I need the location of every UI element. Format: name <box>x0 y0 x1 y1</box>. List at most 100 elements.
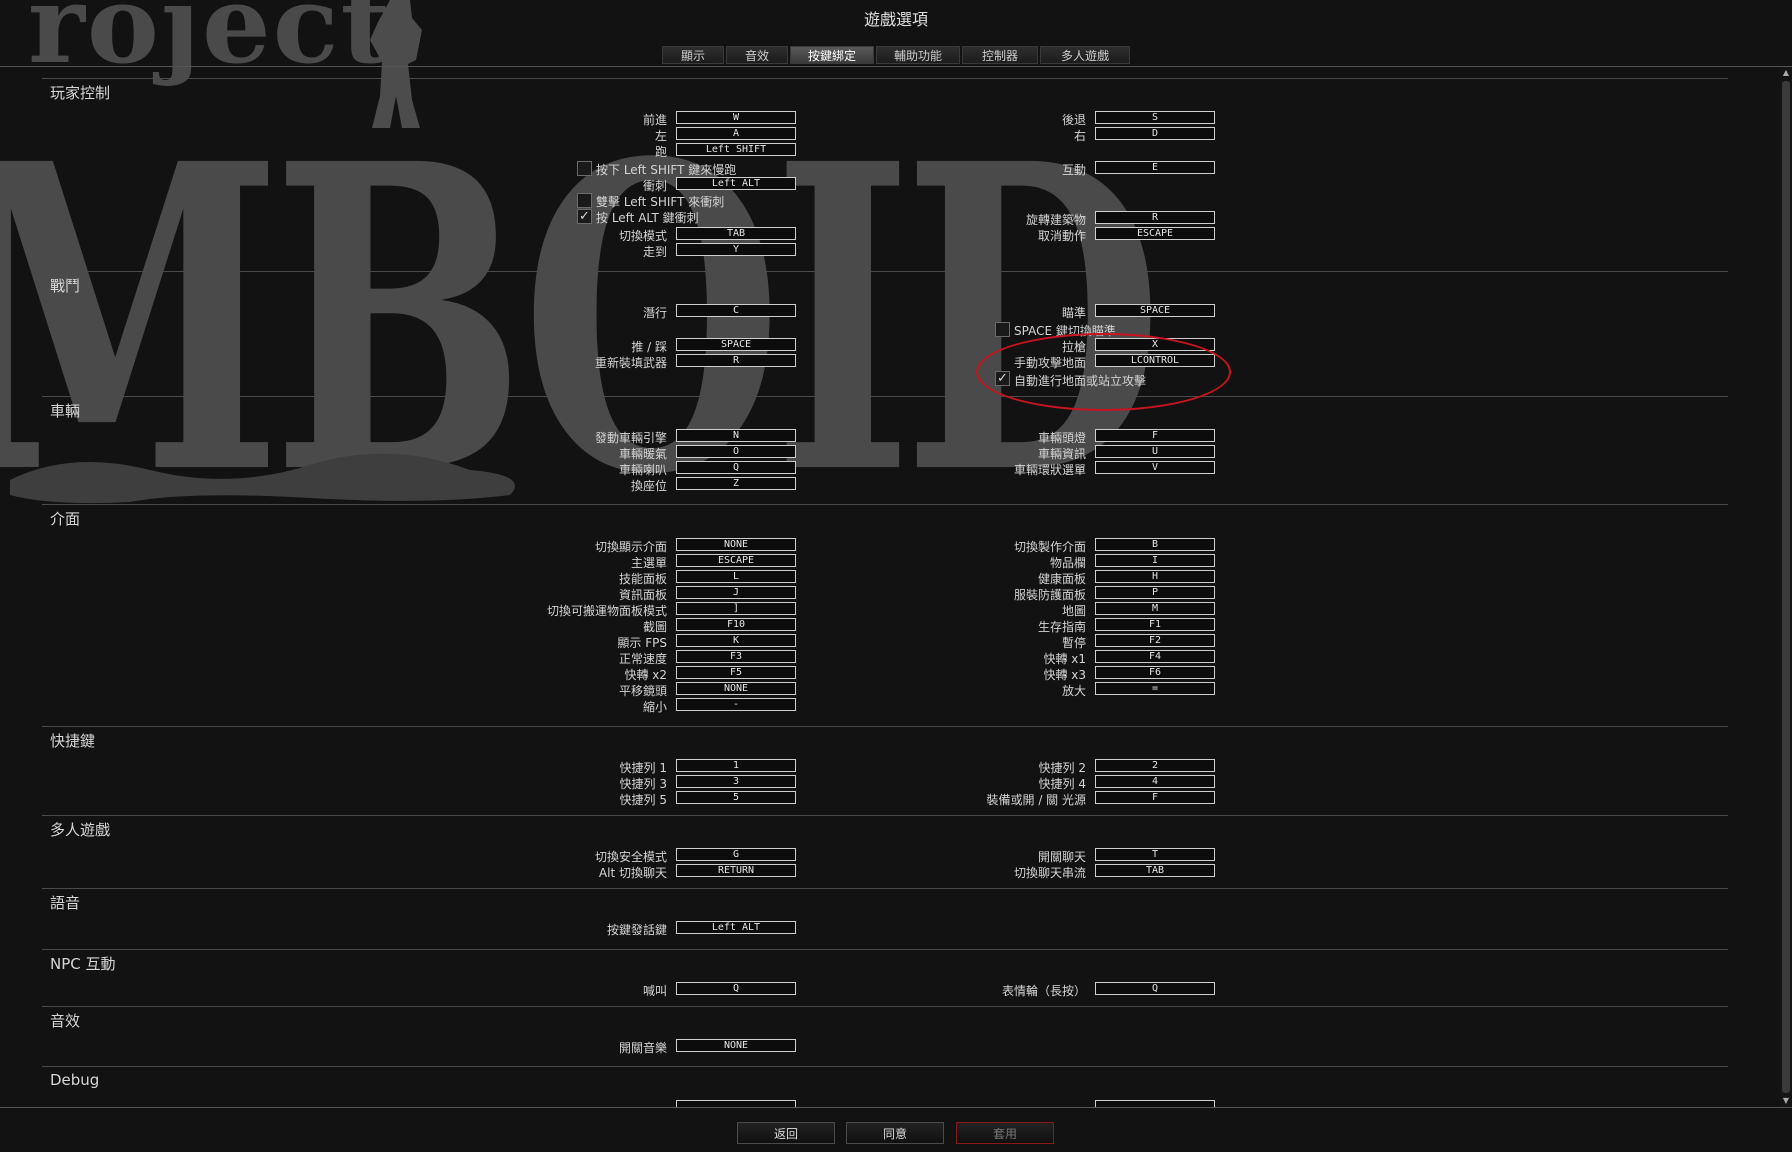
label-toggle-mode: 切換模式 <box>618 229 667 243</box>
key-zoom-in[interactable]: = <box>1095 682 1215 695</box>
key-vehicle-info[interactable]: U <box>1095 445 1215 458</box>
label-health-panel: 健康面板 <box>1037 572 1086 586</box>
label-main-menu: 主選單 <box>630 556 667 570</box>
key-vehicle-radial[interactable]: V <box>1095 461 1215 474</box>
label-hotbar-1: 快捷列 1 <box>619 761 667 775</box>
key-zoom-out[interactable]: - <box>676 698 796 711</box>
label-map: 地圖 <box>1061 604 1086 618</box>
key-toggle-crafting[interactable]: B <box>1095 538 1215 551</box>
key-horn[interactable]: Q <box>676 461 796 474</box>
key-sprint[interactable]: Left ALT <box>676 177 796 190</box>
key-heater[interactable]: O <box>676 445 796 458</box>
key-forward[interactable]: W <box>676 111 796 124</box>
key-fast-forward-2[interactable]: F5 <box>676 666 796 679</box>
tab-controller[interactable]: 控制器 <box>962 46 1038 64</box>
label-heater: 車輛暖氣 <box>618 447 667 461</box>
key-interact[interactable]: E <box>1095 161 1215 174</box>
tab-display[interactable]: 顯示 <box>662 46 724 64</box>
key-switch-seat[interactable]: Z <box>676 477 796 490</box>
key-pan-camera[interactable]: NONE <box>676 682 796 695</box>
key-info-panel[interactable]: J <box>676 586 796 599</box>
key-push-to-talk[interactable]: Left ALT <box>676 921 796 934</box>
key-debug-partial[interactable] <box>1095 1100 1215 1107</box>
label-safety-mode: 切換安全模式 <box>594 850 667 864</box>
key-inventory[interactable]: I <box>1095 554 1215 567</box>
key-reload[interactable]: R <box>676 354 796 367</box>
key-alt-chat[interactable]: RETURN <box>676 864 796 877</box>
key-health-panel[interactable]: H <box>1095 570 1215 583</box>
key-start-engine[interactable]: N <box>676 429 796 442</box>
key-run[interactable]: Left SHIFT <box>676 143 796 156</box>
checkbox-double-shift-sprint-label: 雙擊 Left SHIFT 來衝刺 <box>596 195 725 209</box>
section-title-vehicle: 車輛 <box>50 402 81 420</box>
key-moveables-mode[interactable]: ] <box>676 602 796 615</box>
scrollbar[interactable]: ▲ ▼ <box>1780 67 1792 1107</box>
key-shout[interactable]: Q <box>676 982 796 995</box>
key-debug-partial[interactable] <box>676 1100 796 1107</box>
key-fast-forward-1[interactable]: F4 <box>1095 650 1215 663</box>
key-cancel-action[interactable]: ESCAPE <box>1095 227 1215 240</box>
key-hotbar-1[interactable]: 1 <box>676 759 796 772</box>
tab-audio[interactable]: 音效 <box>726 46 788 64</box>
label-right: 右 <box>1073 129 1086 143</box>
label-backward: 後退 <box>1061 113 1086 127</box>
key-show-fps[interactable]: K <box>676 634 796 647</box>
key-hotbar-2[interactable]: 2 <box>1095 759 1215 772</box>
checkbox-double-shift-sprint[interactable] <box>577 193 592 208</box>
key-chat-stream[interactable]: TAB <box>1095 864 1215 877</box>
label-sprint: 衝刺 <box>642 179 667 193</box>
key-headlights[interactable]: F <box>1095 429 1215 442</box>
key-clothing-panel[interactable]: P <box>1095 586 1215 599</box>
accept-button[interactable]: 同意 <box>846 1122 944 1144</box>
key-toggle-ui[interactable]: NONE <box>676 538 796 551</box>
key-toggle-music[interactable]: NONE <box>676 1039 796 1052</box>
label-hotbar-3: 快捷列 3 <box>619 777 667 791</box>
key-aim[interactable]: SPACE <box>1095 304 1215 317</box>
key-hotbar-5[interactable]: 5 <box>676 791 796 804</box>
back-button[interactable]: 返回 <box>737 1122 835 1144</box>
key-screenshot[interactable]: F10 <box>676 618 796 631</box>
checkbox-alt-sprint[interactable]: ✓ <box>577 209 592 224</box>
scrollbar-thumb[interactable] <box>1782 81 1790 1093</box>
key-safety-mode[interactable]: G <box>676 848 796 861</box>
label-shout: 喊叫 <box>642 984 667 998</box>
label-zoom-in: 放大 <box>1061 684 1086 698</box>
checkbox-shift-jog[interactable] <box>577 161 592 176</box>
key-map[interactable]: M <box>1095 602 1215 615</box>
key-emote-wheel[interactable]: Q <box>1095 982 1215 995</box>
key-main-menu[interactable]: ESCAPE <box>676 554 796 567</box>
checkbox-space-toggle-aim[interactable] <box>995 322 1010 337</box>
key-survival-guide[interactable]: F1 <box>1095 618 1215 631</box>
label-interact: 互動 <box>1061 163 1086 177</box>
key-normal-speed[interactable]: F3 <box>676 650 796 663</box>
label-reload: 重新裝填武器 <box>594 356 667 370</box>
tab-keybinds[interactable]: 按鍵綁定 <box>790 46 874 64</box>
key-hotbar-3[interactable]: 3 <box>676 775 796 788</box>
key-rotate-building[interactable]: R <box>1095 211 1215 224</box>
key-right[interactable]: D <box>1095 127 1215 140</box>
key-backward[interactable]: S <box>1095 111 1215 124</box>
label-shove: 推 / 踩 <box>631 340 667 354</box>
key-shove[interactable]: SPACE <box>676 338 796 351</box>
apply-button[interactable]: 套用 <box>956 1122 1054 1144</box>
tab-bar: 顯示 音效 按鍵綁定 輔助功能 控制器 多人遊戲 <box>662 46 1130 64</box>
key-pause[interactable]: F2 <box>1095 634 1215 647</box>
key-toggle-chat[interactable]: T <box>1095 848 1215 861</box>
key-toggle-mode[interactable]: TAB <box>676 227 796 240</box>
tab-multiplayer[interactable]: 多人遊戲 <box>1040 46 1130 64</box>
key-skills-panel[interactable]: L <box>676 570 796 583</box>
key-equip-light[interactable]: F <box>1095 791 1215 804</box>
key-hotbar-4[interactable]: 4 <box>1095 775 1215 788</box>
label-walk-to: 走到 <box>642 245 667 259</box>
section-divider <box>42 949 1728 950</box>
scroll-up-icon[interactable]: ▲ <box>1780 67 1792 79</box>
key-walk-to[interactable]: Y <box>676 243 796 256</box>
key-left[interactable]: A <box>676 127 796 140</box>
label-skills-panel: 技能面板 <box>618 572 667 586</box>
scroll-down-icon[interactable]: ▼ <box>1780 1095 1792 1107</box>
label-start-engine: 發動車輛引擎 <box>594 431 667 445</box>
label-chat-stream: 切換聊天串流 <box>1013 866 1086 880</box>
tab-accessibility[interactable]: 輔助功能 <box>876 46 960 64</box>
key-sneak[interactable]: C <box>676 304 796 317</box>
key-fast-forward-3[interactable]: F6 <box>1095 666 1215 679</box>
